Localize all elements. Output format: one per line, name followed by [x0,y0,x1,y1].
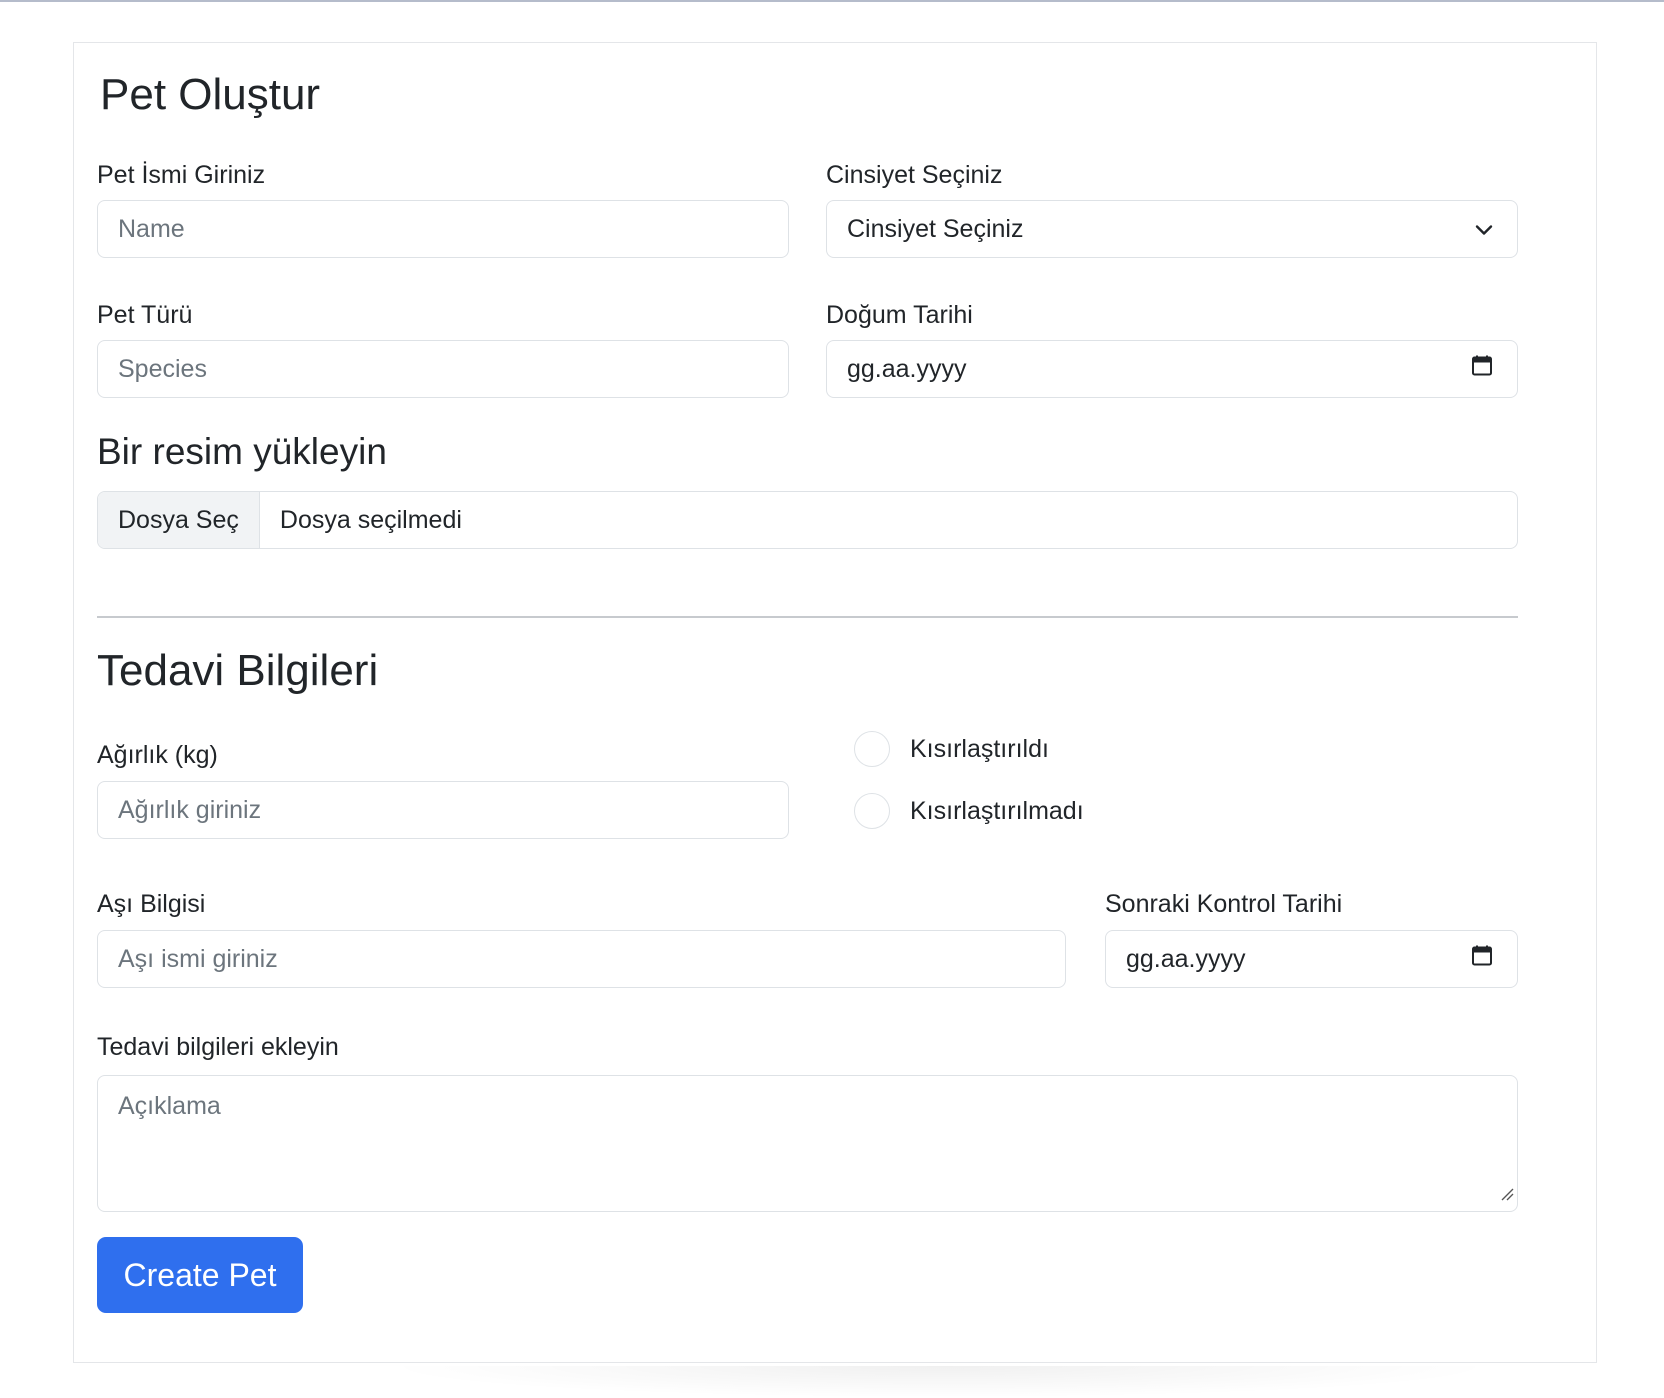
create-pet-button[interactable]: Create Pet [97,1237,303,1313]
radio-not-neutered[interactable]: Kısırlaştırılmadı [854,793,1084,829]
upload-heading: Bir resim yükleyin [97,431,387,472]
vaccine-input[interactable]: Aşı ismi giriniz [97,930,1066,988]
calendar-icon[interactable] [1471,945,1493,974]
radio-neutered-label[interactable]: Kısırlaştırıldı [910,735,1049,764]
pet-name-label: Pet İsmi Giriniz [97,161,266,189]
radio-not-neutered-label[interactable]: Kısırlaştırılmadı [910,797,1084,826]
pet-name-placeholder: Name [118,214,185,243]
species-placeholder: Species [118,354,207,383]
next-checkup-label: Sonraki Kontrol Tarihi [1105,890,1343,918]
card-shadow [380,1366,1500,1398]
weight-input[interactable]: Ağırlık giriniz [97,781,789,839]
birth-date-label: Doğum Tarihi [826,301,973,329]
file-input[interactable]: Dosya Seç Dosya seçilmedi [97,491,1518,549]
next-checkup-value: gg.aa.yyyy [1126,944,1246,973]
species-input[interactable]: Species [97,340,789,398]
notes-label: Tedavi bilgileri ekleyin [97,1033,339,1061]
birth-date-value: gg.aa.yyyy [847,354,967,383]
weight-label: Ağırlık (kg) [97,741,218,769]
next-checkup-input[interactable]: gg.aa.yyyy [1105,930,1518,988]
choose-file-button[interactable]: Dosya Seç [98,492,260,548]
pet-name-input[interactable]: Name [97,200,789,258]
weight-placeholder: Ağırlık giriniz [118,795,262,824]
top-border [0,0,1664,2]
resize-grip-icon[interactable] [1500,1179,1514,1208]
species-label: Pet Türü [97,301,193,329]
treatment-heading: Tedavi Bilgileri [97,646,379,695]
gender-select[interactable]: Cinsiyet Seçiniz [826,200,1518,258]
file-status-text: Dosya seçilmedi [279,505,462,534]
notes-placeholder: Açıklama [118,1092,221,1120]
birth-date-input[interactable]: gg.aa.yyyy [826,340,1518,398]
chevron-down-icon [1475,215,1493,244]
calendar-icon[interactable] [1471,355,1493,384]
section-divider [97,616,1518,618]
radio-neutered[interactable]: Kısırlaştırıldı [854,731,1049,767]
notes-textarea[interactable]: Açıklama [97,1075,1518,1212]
page-title: Pet Oluştur [100,70,321,119]
radio-not-neutered-circle[interactable] [854,793,890,829]
gender-selected-value: Cinsiyet Seçiniz [847,214,1024,243]
radio-neutered-circle[interactable] [854,731,890,767]
gender-label: Cinsiyet Seçiniz [826,161,1003,189]
vaccine-placeholder: Aşı ismi giriniz [118,944,278,973]
vaccine-label: Aşı Bilgisi [97,890,206,918]
